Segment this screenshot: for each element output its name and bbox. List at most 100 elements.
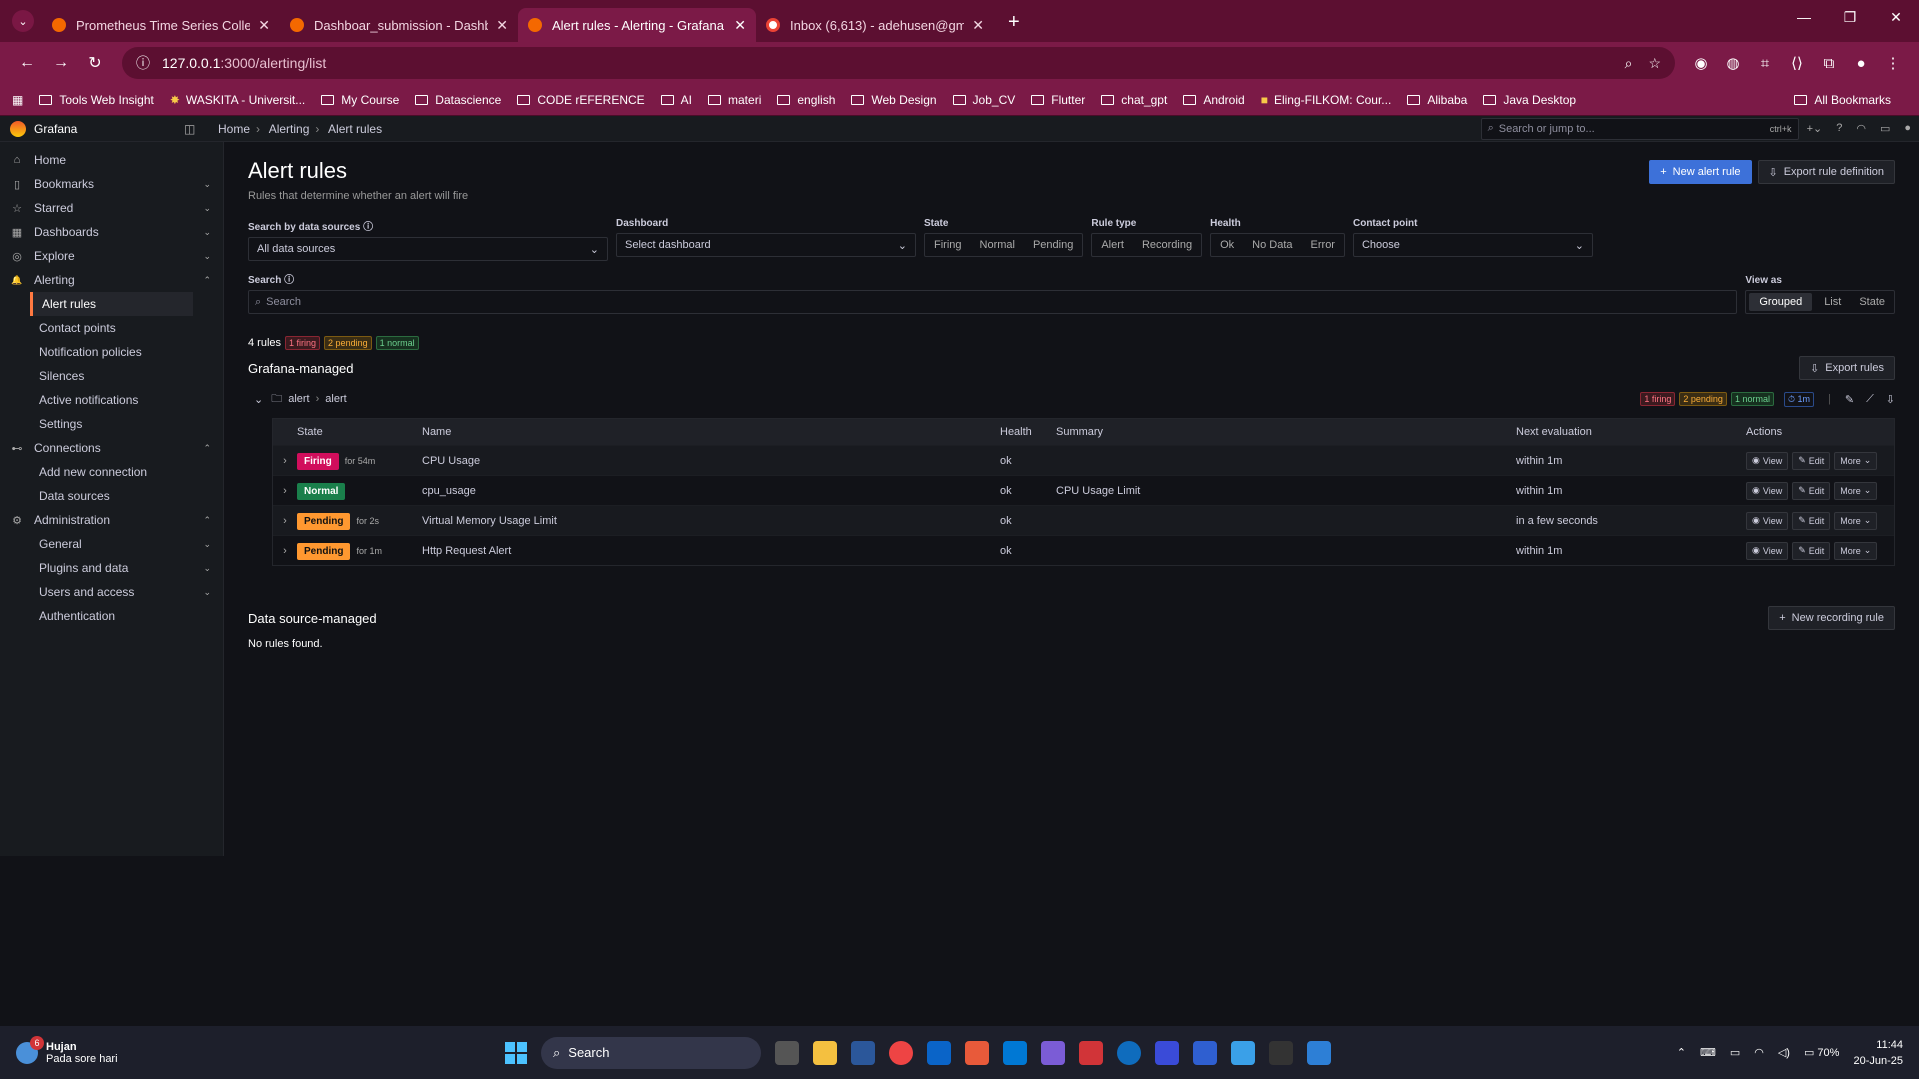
more-button[interactable]: More ⌄ (1834, 451, 1878, 470)
browser-tab[interactable]: Prometheus Time Series Collecti ✕ (42, 8, 280, 42)
edit-button[interactable]: ✎ Edit (1792, 511, 1831, 530)
sidebar-item-explore[interactable]: ◎ Explore ⌄ (0, 244, 223, 268)
dock-menu-icon[interactable]: ◫ (184, 122, 202, 136)
edit-group-icon[interactable]: ✎ (1845, 393, 1854, 406)
chevron-down-icon[interactable]: ⌄ (203, 179, 211, 190)
close-tab-icon[interactable]: ✕ (258, 17, 270, 34)
sidebar-item-silences[interactable]: Silences (0, 364, 223, 388)
back-icon[interactable]: ← (10, 54, 44, 72)
extension-icon[interactable]: ⌗ (1749, 55, 1781, 72)
extension-icon[interactable]: ◉ (1685, 54, 1717, 72)
bookmark-item[interactable]: Alibaba (1407, 93, 1467, 107)
type-alert[interactable]: Alert (1092, 239, 1133, 251)
extensions-puzzle-icon[interactable]: ⧉ (1813, 55, 1845, 72)
wifi-icon[interactable]: ◠ (1754, 1046, 1764, 1059)
news-icon[interactable]: ◠ (1856, 122, 1866, 135)
datasource-select[interactable]: All data sources ⌄ (248, 237, 608, 261)
export-group-icon[interactable]: ⇩ (1886, 393, 1895, 406)
app-icon[interactable] (1307, 1040, 1331, 1065)
bookmark-item[interactable]: english (777, 93, 835, 107)
state-pending[interactable]: Pending (1024, 239, 1082, 251)
notepad-icon[interactable] (1231, 1040, 1255, 1065)
chevron-down-icon[interactable]: ⌄ (203, 251, 211, 262)
edit-button[interactable]: ✎ Edit (1792, 541, 1831, 560)
bookmark-item[interactable]: ■ Eling-FILKOM: Cour... (1261, 93, 1392, 107)
add-icon[interactable]: +⌄ (1807, 122, 1823, 135)
reload-icon[interactable]: ↻ (78, 53, 112, 73)
bookmark-item[interactable]: chat_gpt (1101, 93, 1167, 107)
chevron-down-icon[interactable]: ⌄ (203, 539, 211, 550)
chevron-up-icon[interactable]: ⌃ (1677, 1046, 1686, 1059)
windows-start-icon[interactable] (505, 1041, 527, 1064)
chevron-up-icon[interactable]: ⌃ (203, 515, 211, 526)
sidebar-item-dashboards[interactable]: ▦ Dashboards ⌄ (0, 220, 223, 244)
view-button[interactable]: ◉ View (1746, 481, 1789, 500)
chevron-up-icon[interactable]: ⌃ (203, 443, 211, 454)
site-info-icon[interactable]: ⓘ (136, 53, 150, 73)
type-recording[interactable]: Recording (1133, 239, 1201, 251)
profile-avatar-icon[interactable]: ● (1845, 55, 1877, 72)
outlook-icon[interactable] (927, 1040, 951, 1065)
sidebar-item-bookmarks[interactable]: ▯ Bookmarks ⌄ (0, 172, 223, 196)
sidebar-item-notification-policies[interactable]: Notification policies (0, 340, 223, 364)
more-button[interactable]: More ⌄ (1834, 541, 1878, 560)
more-button[interactable]: More ⌄ (1834, 481, 1878, 500)
edit-button[interactable]: ✎ Edit (1792, 481, 1831, 500)
task-view-icon[interactable] (775, 1040, 799, 1065)
forward-icon[interactable]: → (44, 54, 78, 72)
word-icon[interactable] (851, 1040, 875, 1065)
close-tab-icon[interactable]: ✕ (972, 17, 984, 34)
apps-icon[interactable]: ▦ (12, 93, 23, 107)
sidebar-item-plugins[interactable]: Plugins and data ⌄ (0, 556, 223, 580)
sidebar-item-active-notifications[interactable]: Active notifications (0, 388, 223, 412)
view-state[interactable]: State (1850, 296, 1894, 308)
chevron-down-icon[interactable]: ⌄ (203, 587, 211, 598)
bookmark-star-icon[interactable]: ☆ (1648, 55, 1661, 72)
app-icon[interactable] (1155, 1040, 1179, 1065)
global-search-input[interactable]: ⌕ Search or jump to... ctrl+k (1480, 117, 1799, 140)
sidebar-item-contact-points[interactable]: Contact points (0, 316, 223, 340)
grafana-logo-icon[interactable] (10, 120, 26, 137)
expand-row-icon[interactable]: › (273, 485, 297, 497)
state-normal[interactable]: Normal (971, 239, 1024, 251)
onedrive-icon[interactable] (1117, 1040, 1141, 1065)
sidebar-item-starred[interactable]: ☆ Starred ⌄ (0, 196, 223, 220)
bookmark-item[interactable]: Java Desktop (1483, 93, 1576, 107)
sidebar-item-settings[interactable]: Settings (0, 412, 223, 436)
chevron-down-icon[interactable]: ⌄ (254, 393, 263, 406)
keyboard-icon[interactable]: ⌨ (1700, 1046, 1716, 1059)
all-bookmarks[interactable]: All Bookmarks (1794, 93, 1891, 107)
more-button[interactable]: More ⌄ (1834, 511, 1878, 530)
sidebar-item-users-access[interactable]: Users and access ⌄ (0, 580, 223, 604)
bookmark-item[interactable]: Web Design (851, 93, 937, 107)
browser-tab-active[interactable]: Alert rules - Alerting - Grafana ✕ (518, 8, 756, 42)
bookmark-item[interactable]: My Course (321, 93, 399, 107)
extension-icon[interactable]: ◍ (1717, 54, 1749, 72)
restore-icon[interactable]: ❐ (1827, 9, 1873, 26)
xmind-icon[interactable] (965, 1040, 989, 1065)
app-icon[interactable] (1193, 1040, 1217, 1065)
new-recording-rule-button[interactable]: + New recording rule (1768, 606, 1895, 630)
bookmark-item[interactable]: Android (1183, 93, 1245, 107)
bookmark-item[interactable]: Flutter (1031, 93, 1085, 107)
sidebar-item-add-connection[interactable]: Add new connection (0, 460, 223, 484)
sidebar-item-general[interactable]: General ⌄ (0, 532, 223, 556)
health-nodata[interactable]: No Data (1243, 239, 1301, 251)
user-avatar[interactable]: ● (1904, 122, 1911, 135)
terminal-icon[interactable] (1269, 1040, 1293, 1065)
sidebar-item-authentication[interactable]: Authentication (0, 604, 223, 628)
kiosk-icon[interactable]: ▭ (1880, 122, 1890, 135)
expand-row-icon[interactable]: › (273, 515, 297, 527)
battery-icon[interactable]: ▭ 70% (1804, 1046, 1839, 1059)
bookmark-item[interactable]: Datascience (415, 93, 501, 107)
export-rule-definition-button[interactable]: ⇩ Export rule definition (1757, 160, 1895, 184)
sidebar-item-data-sources[interactable]: Data sources (0, 484, 223, 508)
view-button[interactable]: ◉ View (1746, 511, 1789, 530)
help-icon[interactable]: ? (1836, 122, 1842, 135)
dashboard-select[interactable]: Select dashboard ⌄ (616, 233, 916, 257)
file-explorer-icon[interactable] (813, 1040, 837, 1065)
new-alert-rule-button[interactable]: + New alert rule (1649, 160, 1752, 184)
display-icon[interactable]: ▭ (1730, 1046, 1740, 1059)
url-bar[interactable]: ⓘ 127.0.0.1:3000/alerting/list ⌕ ☆ (122, 47, 1675, 79)
state-firing[interactable]: Firing (925, 239, 971, 251)
